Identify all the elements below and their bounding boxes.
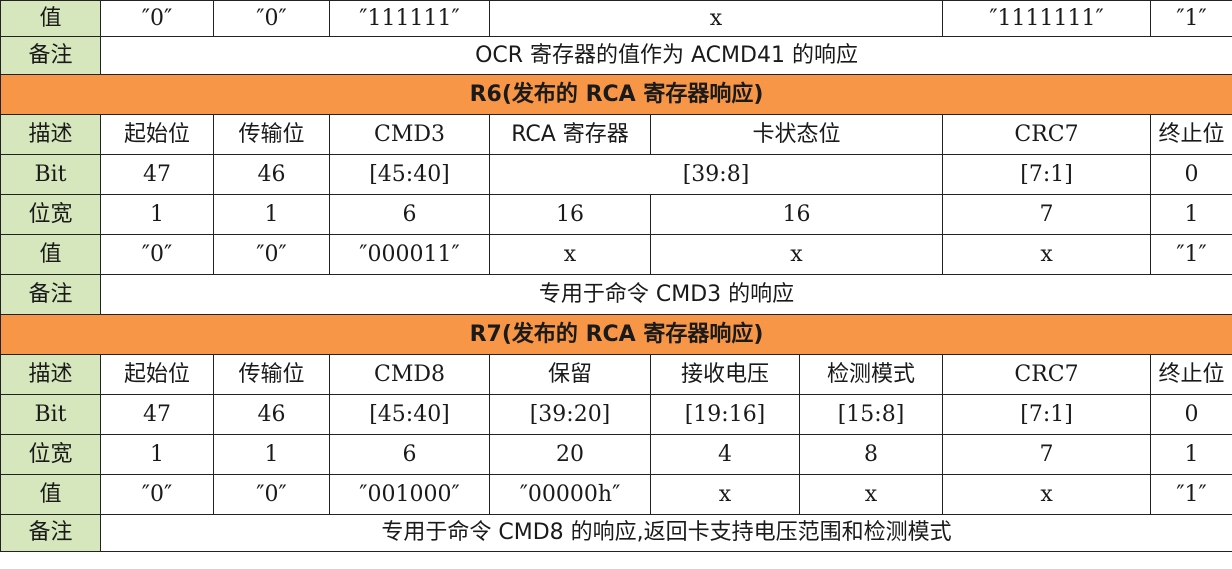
row-label: 值 <box>0 0 101 37</box>
width-cell: 16 <box>489 194 651 235</box>
width-cell: 8 <box>798 434 944 475</box>
width-cell: 6 <box>329 434 490 475</box>
note-text: 专用于命令 CMD8 的响应,返回卡支持电压范围和检测模式 <box>99 514 1232 552</box>
value-cell: ″0″ <box>100 234 214 275</box>
row-label: 备注 <box>0 274 101 315</box>
width-cell: 1 <box>213 434 330 475</box>
note-text: OCR 寄存器的值作为 ACMD41 的响应 <box>99 36 1232 75</box>
row-label: 值 <box>0 474 101 515</box>
bit-cell: 0 <box>1150 394 1232 435</box>
response-format-table: 值 ″0″ ″0″ ″111111″ x ″1111111″ ″1″ 备注 OC… <box>0 0 1232 552</box>
value-cell: ″111111″ <box>329 0 490 37</box>
value-cell: ″1″ <box>1150 474 1232 515</box>
width-cell: 1 <box>100 434 214 475</box>
value-cell: ″0″ <box>100 474 214 515</box>
bit-cell: 47 <box>100 394 214 435</box>
r7-note-row: 备注 专用于命令 CMD8 的响应,返回卡支持电压范围和检测模式 <box>0 514 1232 552</box>
r6-value-row: 值 ″0″ ″0″ ″000011″ x x x ″1″ <box>0 234 1232 275</box>
header-cell: 起始位 <box>100 354 214 395</box>
header-cell: CRC7 <box>942 114 1152 155</box>
bit-cell: [7:1] <box>942 154 1152 195</box>
width-cell: 1 <box>1150 194 1232 235</box>
value-cell: x <box>489 234 651 275</box>
value-cell: ″1111111″ <box>942 0 1152 37</box>
bit-cell: [7:1] <box>942 394 1152 435</box>
bit-cell: [39:20] <box>489 394 651 435</box>
value-cell: ″1″ <box>1150 234 1232 275</box>
row-label: 备注 <box>0 514 101 552</box>
r6-title-row: R6(发布的 RCA 寄存器响应) <box>0 74 1232 115</box>
width-cell: 4 <box>650 434 800 475</box>
bit-cell: 47 <box>100 154 214 195</box>
bit-cell: [15:8] <box>798 394 944 435</box>
width-cell: 1 <box>213 194 330 235</box>
bit-cell: 46 <box>213 394 330 435</box>
row-label: 描述 <box>0 114 101 155</box>
bit-cell: [45:40] <box>329 394 490 435</box>
header-cell: 卡状态位 <box>649 114 944 155</box>
value-cell: x <box>488 0 944 37</box>
bit-cell: 0 <box>1150 154 1232 195</box>
r6-bit-row: Bit 47 46 [45:40] [39:8] [7:1] 0 <box>0 154 1232 195</box>
width-cell: 20 <box>489 434 651 475</box>
width-cell: 7 <box>942 434 1152 475</box>
header-cell: 终止位 <box>1150 114 1232 155</box>
r6-note-row: 备注 专用于命令 CMD3 的响应 <box>0 274 1232 315</box>
header-cell: CRC7 <box>942 354 1152 395</box>
bit-cell: [39:8] <box>488 154 944 195</box>
value-cell: ″0″ <box>213 474 330 515</box>
bit-cell: [19:16] <box>650 394 800 435</box>
r7-title-row: R7(发布的 RCA 寄存器响应) <box>0 314 1232 355</box>
r7-value-row: 值 ″0″ ″0″ ″001000″ ″00000h″ x x x ″1″ <box>0 474 1232 515</box>
value-cell: x <box>649 234 944 275</box>
width-cell: 7 <box>942 194 1152 235</box>
header-cell: 保留 <box>489 354 651 395</box>
value-cell: x <box>942 234 1152 275</box>
value-cell: ″001000″ <box>329 474 490 515</box>
header-cell: CMD3 <box>329 114 490 155</box>
r3-note-row: 备注 OCR 寄存器的值作为 ACMD41 的响应 <box>0 36 1232 75</box>
row-label: 备注 <box>0 36 101 75</box>
bit-cell: 46 <box>213 154 330 195</box>
row-label: 位宽 <box>0 194 101 235</box>
header-cell: 传输位 <box>213 114 330 155</box>
header-cell: 接收电压 <box>650 354 800 395</box>
header-cell: RCA 寄存器 <box>489 114 651 155</box>
width-cell: 6 <box>329 194 490 235</box>
bit-cell: [45:40] <box>329 154 490 195</box>
row-label: 位宽 <box>0 434 101 475</box>
header-cell: 终止位 <box>1150 354 1232 395</box>
r6-desc-row: 描述 起始位 传输位 CMD3 RCA 寄存器 卡状态位 CRC7 终止位 <box>0 114 1232 155</box>
width-cell: 1 <box>1150 434 1232 475</box>
value-cell: ″0″ <box>100 0 214 37</box>
r3-value-row: 值 ″0″ ″0″ ″111111″ x ″1111111″ ″1″ <box>0 0 1232 37</box>
value-cell: x <box>798 474 944 515</box>
r6-width-row: 位宽 1 1 6 16 16 7 1 <box>0 194 1232 235</box>
section-title: R6(发布的 RCA 寄存器响应) <box>0 74 1232 115</box>
value-cell: ″1″ <box>1150 0 1232 37</box>
width-cell: 1 <box>100 194 214 235</box>
value-cell: x <box>650 474 800 515</box>
value-cell: ″0″ <box>213 0 330 37</box>
row-label: 值 <box>0 234 101 275</box>
header-cell: CMD8 <box>329 354 490 395</box>
row-label: Bit <box>0 394 101 435</box>
row-label: 描述 <box>0 354 101 395</box>
value-cell: x <box>942 474 1152 515</box>
r7-bit-row: Bit 47 46 [45:40] [39:20] [19:16] [15:8]… <box>0 394 1232 435</box>
note-text: 专用于命令 CMD3 的响应 <box>99 274 1232 315</box>
header-cell: 传输位 <box>213 354 330 395</box>
section-title: R7(发布的 RCA 寄存器响应) <box>0 314 1232 355</box>
row-label: Bit <box>0 154 101 195</box>
header-cell: 起始位 <box>100 114 214 155</box>
header-cell: 检测模式 <box>798 354 944 395</box>
value-cell: ″00000h″ <box>489 474 651 515</box>
width-cell: 16 <box>649 194 944 235</box>
value-cell: ″000011″ <box>329 234 490 275</box>
r7-width-row: 位宽 1 1 6 20 4 8 7 1 <box>0 434 1232 475</box>
value-cell: ″0″ <box>213 234 330 275</box>
r7-desc-row: 描述 起始位 传输位 CMD8 保留 接收电压 检测模式 CRC7 终止位 <box>0 354 1232 395</box>
